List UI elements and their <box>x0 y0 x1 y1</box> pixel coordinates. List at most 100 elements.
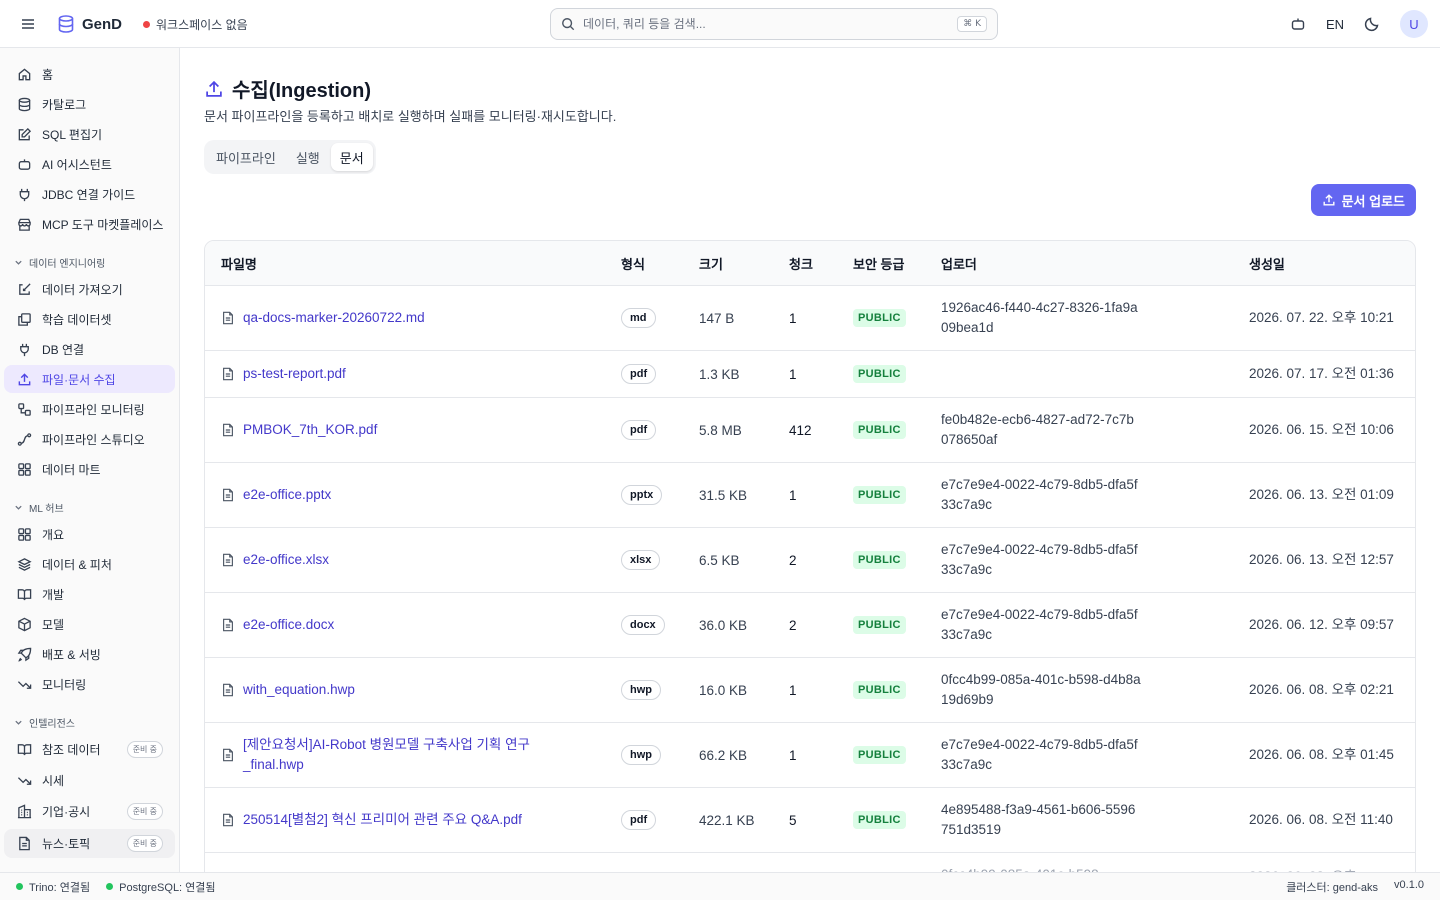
table-row[interactable]: e2e-office.docx docx 36.0 KB 2 PUBLIC e7c7e9e… <box>205 593 1415 658</box>
table-row[interactable]: 250514[별첨2] 혁신 프리미어 관련 주요 Q&A.pdf pdf 422.… <box>205 788 1415 853</box>
chunks-cell-wrap: 2 <box>789 528 797 592</box>
file-name-text: with_equation.hwp <box>243 682 355 697</box>
global-search[interactable]: ⌘ K <box>550 8 998 40</box>
table-row[interactable]: 0fcc4b99-085a-401c-b598- 2026. 06. 08. 오… <box>205 853 1415 872</box>
page-title-text: 수집(Ingestion) <box>232 80 372 102</box>
building-icon <box>16 804 32 820</box>
sidebar-item-corporate-filings[interactable]: 기업·공시 준비 중 <box>4 797 175 826</box>
upload-document-button[interactable]: 문서 업로드 <box>1310 184 1416 216</box>
security-badge-wrap: PUBLIC <box>853 658 906 722</box>
uploader-cell: e7c7e9e4-0022-4c79-8db5-dfa5f33c7a9c <box>941 477 1138 512</box>
file-icon <box>223 748 233 762</box>
sidebar-item-catalog[interactable]: 카탈로그 <box>4 90 175 118</box>
sidebar-item-reference-data[interactable]: 참조 데이터 준비 중 <box>4 735 175 764</box>
table-row[interactable]: e2e-office.pptx pptx 31.5 KB 1 PUBLIC e7c7e9e… <box>205 463 1415 528</box>
chunks-cell: 1 <box>789 366 797 382</box>
sidebar-item-home[interactable]: 홈 <box>4 60 175 88</box>
file-name-link[interactable]: e2e-office.docx <box>221 593 581 657</box>
sidebar-item-ai-assistant[interactable]: AI 어시스턴트 <box>4 150 175 178</box>
sidebar-item-label: SQL 편집기 <box>42 127 103 142</box>
sidebar-item-sql-editor[interactable]: SQL 편집기 <box>4 120 175 148</box>
page-title: 수집(Ingestion) <box>204 74 371 103</box>
truncated-row-text: 2026. 06. 08. 오후 <box>1249 845 1356 873</box>
chevron-down-icon <box>15 260 22 265</box>
sidebar-item-ml-monitoring[interactable]: 모니터링 <box>4 670 175 698</box>
sidebar-item-mcp-marketplace[interactable]: MCP 도구 마켓플레이스 <box>4 210 175 238</box>
table-row[interactable]: e2e-office.xlsx xlsx 6.5 KB 2 PUBLIC e7c7e9e4… <box>205 528 1415 593</box>
sidebar-item-jdbc-guide[interactable]: JDBC 연결 가이드 <box>4 180 175 208</box>
bot-icon[interactable] <box>1288 14 1308 34</box>
sidebar-item-db-connection[interactable]: DB 연결 <box>4 335 175 363</box>
workspace-selector[interactable]: 워크스페이스 없음 <box>143 14 248 34</box>
col-filename[interactable]: 파일명 <box>221 241 257 286</box>
sidebar-item-data-import[interactable]: 데이터 가져오기 <box>4 275 175 303</box>
menu-icon[interactable] <box>16 12 40 36</box>
tab-pipelines[interactable]: 파이프라인 <box>207 143 285 171</box>
plug-icon <box>16 186 32 202</box>
moon-icon[interactable] <box>1362 14 1382 34</box>
file-name-link[interactable]: [제안요청서]AI-Robot 병원모델 구축사업 기획 연구_final.hw… <box>221 723 581 787</box>
book-icon <box>16 586 32 602</box>
security-badge: PUBLIC <box>853 616 906 634</box>
sidebar-item-deploy-serving[interactable]: 배포 & 서빙 <box>4 640 175 668</box>
file-name-link[interactable]: PMBOK_7th_KOR.pdf <box>221 398 581 462</box>
security-badge: PUBLIC <box>853 365 906 383</box>
col-format[interactable]: 형식 <box>621 241 645 286</box>
format-badge-wrap: pdf <box>621 398 657 462</box>
table-row[interactable]: PMBOK_7th_KOR.pdf pdf 5.8 MB 412 PUBLIC fe0b4… <box>205 398 1415 463</box>
file-name-link[interactable]: e2e-office.xlsx <box>221 528 581 592</box>
col-chunks[interactable]: 청크 <box>789 241 813 286</box>
sidebar-item-development[interactable]: 개발 <box>4 580 175 608</box>
security-badge-wrap: PUBLIC <box>853 593 906 657</box>
table-row[interactable]: with_equation.hwp hwp 16.0 KB 1 PUBLIC 0fcc4b… <box>205 658 1415 723</box>
sidebar-item-label: 홈 <box>42 67 54 82</box>
sidebar-item-data-mart[interactable]: 데이터 마트 <box>4 455 175 483</box>
col-security[interactable]: 보안 등급 <box>853 241 904 286</box>
file-name-link[interactable]: with_equation.hwp <box>221 658 581 722</box>
format-badge-wrap: md <box>621 286 656 350</box>
sidebar-item-news-topics[interactable]: 뉴스·토픽 준비 중 <box>4 829 175 858</box>
brand-name: GenD <box>82 15 123 33</box>
security-badge-wrap: PUBLIC <box>853 528 906 592</box>
postgres-status-label: PostgreSQL: 연결됨 <box>119 881 216 894</box>
search-input[interactable] <box>583 17 950 31</box>
edit-icon <box>16 126 32 142</box>
sidebar-item-market-prices[interactable]: 시세 <box>4 766 175 794</box>
table-row[interactable]: qa-docs-marker-20260722.md md 147 B 1 PUBLIC… <box>205 286 1415 351</box>
col-uploader[interactable]: 업로더 <box>941 241 977 286</box>
sidebar-item-file-ingestion[interactable]: 파일·문서 수집 <box>4 365 175 393</box>
trend-icon <box>16 676 32 692</box>
language-toggle[interactable]: EN <box>1326 17 1344 32</box>
section-label: 데이터 엔지니어링 <box>29 258 106 270</box>
section-data-engineering[interactable]: 데이터 엔지니어링 <box>14 254 105 270</box>
file-name-link[interactable]: 250514[별첨2] 혁신 프리미어 관련 주요 Q&A.pdf <box>221 788 581 852</box>
tab-documents[interactable]: 문서 <box>330 143 373 171</box>
plug-icon <box>16 341 32 357</box>
sidebar-item-models[interactable]: 모델 <box>4 610 175 638</box>
sidebar-item-label: 시세 <box>42 773 65 788</box>
chunks-cell-wrap: 5 <box>789 788 797 852</box>
col-created[interactable]: 생성일 <box>1249 241 1285 286</box>
section-intelligence[interactable]: 인텔리전스 <box>14 714 75 730</box>
table-row[interactable]: ps-test-report.pdf pdf 1.3 KB 1 PUBLIC 2026. … <box>205 351 1415 398</box>
sidebar-item-data-features[interactable]: 데이터 & 피처 <box>4 550 175 578</box>
file-name-link[interactable]: e2e-office.pptx <box>221 463 581 527</box>
sidebar-item-ml-overview[interactable]: 개요 <box>4 520 175 548</box>
col-size[interactable]: 크기 <box>699 241 723 286</box>
shortcut-hint: ⌘ K <box>957 16 987 32</box>
tab-runs[interactable]: 실행 <box>287 143 329 171</box>
brand-logo[interactable]: GenD <box>56 12 122 36</box>
file-name-link[interactable]: ps-test-report.pdf <box>221 351 581 397</box>
sidebar-item-label: 뉴스·토픽 <box>42 837 91 851</box>
table-row[interactable]: [제안요청서]AI-Robot 병원모델 구축사업 기획 연구_final.hw… <box>205 723 1415 788</box>
security-badge: PUBLIC <box>853 811 906 829</box>
sidebar-item-training-dataset[interactable]: 학습 데이터셋 <box>4 305 175 333</box>
sidebar-item-label: 데이터 마트 <box>42 462 101 477</box>
sidebar-item-pipeline-monitoring[interactable]: 파이프라인 모니터링 <box>4 395 175 423</box>
grid-icon <box>16 526 32 542</box>
file-name-link[interactable]: qa-docs-marker-20260722.md <box>221 286 581 350</box>
security-badge-wrap: PUBLIC <box>853 788 906 852</box>
sidebar-item-pipeline-studio[interactable]: 파이프라인 스튜디오 <box>4 425 175 453</box>
avatar[interactable]: U <box>1400 10 1428 38</box>
section-ml-hub[interactable]: ML 허브 <box>14 499 64 515</box>
